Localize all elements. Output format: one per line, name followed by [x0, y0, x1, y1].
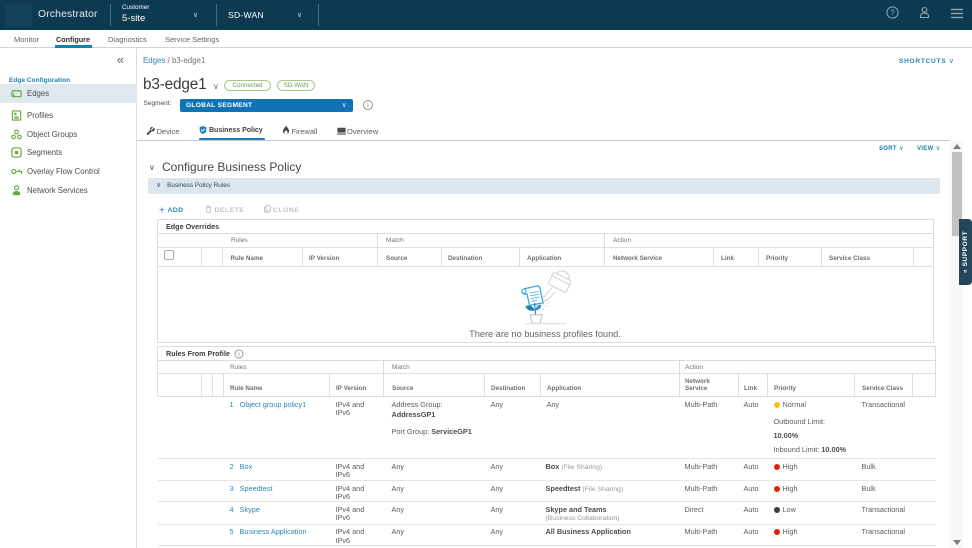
svg-text:?: ?	[890, 8, 895, 17]
